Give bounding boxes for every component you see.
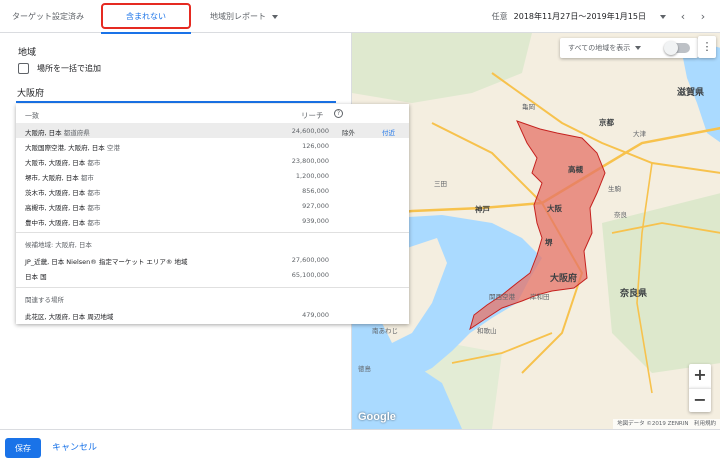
related-name: 此花区, 大阪府, 日本 周辺地域 — [25, 313, 114, 321]
suggestion-row[interactable]: 大阪国際空港, 大阪府, 日本 空港 126,000 — [16, 138, 409, 153]
suggestion-name: 豊中市, 大阪府, 日本 — [25, 219, 86, 227]
suggestion-row[interactable]: 茨木市, 大阪府, 日本 都市 856,000 — [16, 183, 409, 198]
save-button[interactable]: 保存 — [5, 438, 41, 458]
tab-geo-report-label: 地域別レポート — [210, 12, 266, 21]
footer: 保存 キャンセル — [0, 429, 720, 462]
chevron-down-icon — [635, 46, 642, 50]
match-header: 一致 — [25, 112, 39, 120]
suggestion-name: 茨木市, 大阪府, 日本 — [25, 189, 86, 197]
suggestion-name: 大阪国際空港, 大阪府, 日本 — [25, 144, 105, 152]
candidate-row[interactable]: 日本 国 65,100,000 — [16, 267, 409, 282]
suggestion-type: 都市 — [87, 219, 101, 227]
suggestion-type: 都道府県 — [63, 129, 90, 137]
suggestion-reach: 1,200,000 — [295, 172, 329, 180]
suggestion-name: 大阪府, 日本 — [25, 129, 62, 137]
bulk-add-row[interactable]: 場所を一括で追加 — [18, 63, 101, 74]
nearby-link[interactable]: 付近 — [382, 127, 395, 137]
show-all-label: すべての地域を表示 — [568, 44, 631, 52]
date-range-label: 任意 — [491, 12, 508, 21]
tab-excluded[interactable]: 含まれない — [101, 0, 191, 34]
suggestion-name: 大阪市, 大阪府, 日本 — [25, 159, 86, 167]
google-logo: Google — [358, 411, 396, 423]
help-icon[interactable]: ? — [334, 109, 343, 118]
tab-excluded-label: 含まれない — [126, 12, 166, 21]
bulk-add-label: 場所を一括で追加 — [37, 64, 101, 73]
chevron-right-icon[interactable]: › — [696, 10, 710, 23]
date-range-value[interactable]: 2018年11月27日～2019年1月15日 — [514, 11, 646, 22]
suggestion-row[interactable]: 堺市, 大阪府, 日本 都市 1,200,000 — [16, 168, 409, 183]
suggestion-row[interactable]: 高槻市, 大阪府, 日本 都市 927,000 — [16, 198, 409, 213]
candidate-row[interactable]: JP_近畿, 日本 Nielsen® 指定マーケット エリア® 地域 27,60… — [16, 252, 409, 267]
top-bar: ターゲット設定済み 含まれない 地域別レポート 任意 2018年11月27日～2… — [0, 0, 720, 34]
dropdown-divider — [16, 232, 409, 233]
suggestion-row[interactable]: 豊中市, 大阪府, 日本 都市 939,000 — [16, 213, 409, 228]
date-dropdown-icon[interactable] — [660, 14, 666, 19]
more-vert-icon[interactable]: ⋮ — [698, 36, 716, 58]
location-search-input[interactable] — [16, 83, 336, 103]
suggestion-type: 都市 — [87, 189, 101, 197]
candidate-name: JP_近畿, 日本 Nielsen® 指定マーケット エリア® 地域 — [25, 258, 188, 266]
dropdown-divider — [16, 287, 409, 288]
candidate-reach: 65,100,000 — [291, 271, 329, 279]
suggestion-type: 空港 — [106, 144, 120, 152]
tab-targeted[interactable]: ターゲット設定済み — [0, 0, 96, 33]
show-all-regions-control[interactable]: すべての地域を表示 — [560, 38, 698, 58]
suggestion-type: 都市 — [80, 174, 94, 182]
region-title: 地域 — [18, 48, 37, 58]
candidate-header: 候補地域: 大阪府, 日本 — [25, 241, 92, 249]
date-range-selector: 任意 2018年11月27日～2019年1月15日 ‹ › — [492, 0, 710, 33]
suggestion-reach: 939,000 — [302, 217, 329, 225]
tab-targeted-label: ターゲット設定済み — [12, 12, 84, 21]
suggestion-type: 都市 — [87, 204, 101, 212]
suggestion-row[interactable]: 大阪府, 日本 都道府県 24,600,000 除外 付近 — [16, 123, 409, 138]
related-reach: 479,000 — [302, 311, 329, 319]
suggestion-reach: 856,000 — [302, 187, 329, 195]
suggestion-reach: 24,600,000 — [291, 127, 329, 135]
suggestion-name: 高槻市, 大阪府, 日本 — [25, 204, 86, 212]
bulk-add-checkbox[interactable] — [18, 63, 29, 74]
zoom-out-button[interactable]: − — [689, 388, 711, 412]
chevron-down-icon — [272, 14, 278, 19]
map-attribution[interactable]: 地図データ ©2019 ZENRIN 利用規約 — [613, 419, 720, 429]
zoom-in-button[interactable]: + — [689, 364, 711, 388]
suggestion-name: 堺市, 大阪府, 日本 — [25, 174, 79, 182]
suggestion-reach: 927,000 — [302, 202, 329, 210]
suggestion-type: 都市 — [87, 159, 101, 167]
cancel-button[interactable]: キャンセル — [52, 438, 97, 458]
related-header: 関連する場所 — [25, 296, 64, 304]
reach-header: リーチ — [301, 111, 324, 120]
suggestion-reach: 23,800,000 — [291, 157, 329, 165]
chevron-left-icon[interactable]: ‹ — [676, 10, 690, 23]
location-suggestions-dropdown: 一致 リーチ ? 大阪府, 日本 都道府県 24,600,000 除外 付近 大… — [16, 104, 409, 324]
suggestion-reach: 126,000 — [302, 142, 329, 150]
suggestion-row[interactable]: 大阪市, 大阪府, 日本 都市 23,800,000 — [16, 153, 409, 168]
related-row[interactable]: 此花区, 大阪府, 日本 周辺地域 479,000 — [16, 307, 409, 322]
exclude-link[interactable]: 除外 — [342, 127, 355, 137]
show-all-toggle[interactable] — [664, 41, 690, 55]
candidate-name: 日本 国 — [25, 273, 47, 281]
tab-geo-report[interactable]: 地域別レポート — [200, 0, 288, 33]
candidate-reach: 27,600,000 — [291, 256, 329, 264]
